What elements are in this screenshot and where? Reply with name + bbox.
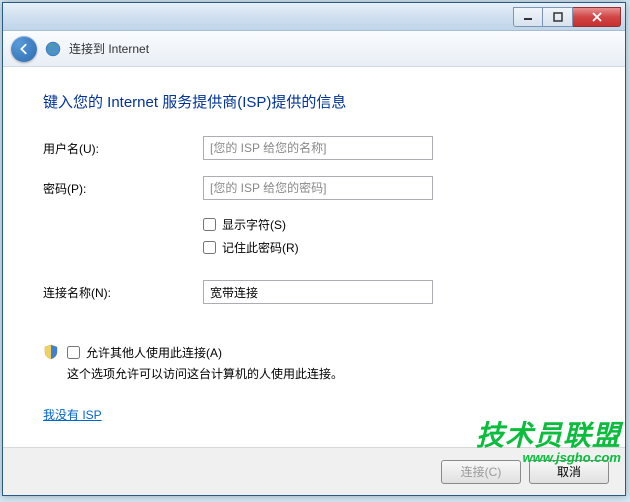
page-heading: 键入您的 Internet 服务提供商(ISP)提供的信息 [43,91,585,112]
no-isp-link[interactable]: 我没有 ISP [43,406,102,423]
connect-button[interactable]: 连接(C) [441,460,521,484]
remember-password-row: 记住此密码(R) [203,239,585,256]
window-title: 连接到 Internet [69,40,149,57]
connection-name-label: 连接名称(N): [43,284,203,301]
allow-others-label: 允许其他人使用此连接(A) [86,344,222,361]
connection-name-input[interactable] [203,280,433,304]
show-chars-label: 显示字符(S) [222,216,286,233]
back-button[interactable] [11,36,37,62]
show-chars-checkbox[interactable] [203,218,216,231]
header-strip: 连接到 Internet [3,31,625,67]
minimize-button[interactable] [513,7,543,27]
username-label: 用户名(U): [43,140,203,157]
dialog-window: 连接到 Internet 键入您的 Internet 服务提供商(ISP)提供的… [2,2,626,496]
connection-name-row: 连接名称(N): [43,280,585,304]
content-area: 键入您的 Internet 服务提供商(ISP)提供的信息 用户名(U): 密码… [3,67,625,447]
remember-password-checkbox[interactable] [203,241,216,254]
titlebar-buttons [513,7,621,27]
allow-others-content: 允许其他人使用此连接(A) 这个选项允许可以访问这台计算机的人使用此连接。 [67,344,585,382]
allow-others-section: 允许其他人使用此连接(A) 这个选项允许可以访问这台计算机的人使用此连接。 [43,344,585,382]
allow-others-checkbox[interactable] [67,346,80,359]
username-row: 用户名(U): [43,136,585,160]
remember-password-label: 记住此密码(R) [222,239,299,256]
globe-icon [45,41,61,57]
allow-others-description: 这个选项允许可以访问这台计算机的人使用此连接。 [67,365,585,382]
close-button[interactable] [573,7,621,27]
username-input[interactable] [203,136,433,160]
show-chars-row: 显示字符(S) [203,216,585,233]
maximize-button[interactable] [543,7,573,27]
password-label: 密码(P): [43,180,203,197]
footer: 连接(C) 取消 [3,447,625,495]
password-input[interactable] [203,176,433,200]
shield-icon [43,344,59,360]
titlebar [3,3,625,31]
password-row: 密码(P): [43,176,585,200]
cancel-button[interactable]: 取消 [529,460,609,484]
